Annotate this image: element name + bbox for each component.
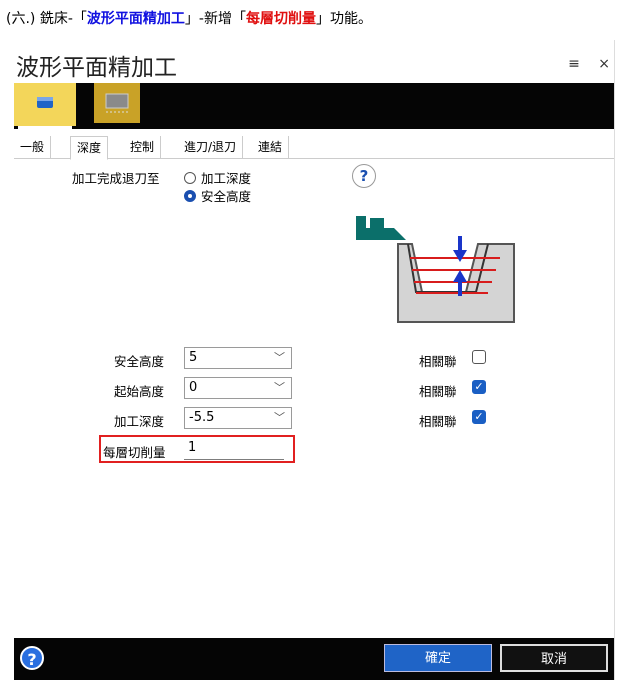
safe-height-combo[interactable]: 5 ﹀ xyxy=(184,347,292,369)
header-icons: ≡ × xyxy=(554,56,610,72)
machining-depth-related-label: 相關聯 xyxy=(419,414,457,429)
caption-suffix: 」功能。 xyxy=(315,11,372,27)
chevron-down-icon: ﹀ xyxy=(274,351,285,364)
tab-general[interactable]: 一般 xyxy=(14,136,52,158)
tab-lead-in-out[interactable]: 進刀/退刀 xyxy=(178,136,244,158)
help-button[interactable]: ? xyxy=(20,646,44,670)
start-height-value: 0 xyxy=(189,380,198,395)
machining-depth-related-checkbox[interactable]: ✓ xyxy=(472,410,486,424)
depth-tab-content: 加工完成退刀至 加工深度 安全高度 ? 安全高度 5 ﹀ 相關聯 起始高度 0 … xyxy=(14,158,614,638)
caption-highlight-feature: 波形平面精加工 xyxy=(86,11,185,27)
machining-depth-combo[interactable]: -5.5 ﹀ xyxy=(184,407,292,429)
tab-link[interactable]: 連結 xyxy=(252,136,290,158)
highlight-box xyxy=(99,435,295,463)
preview-icon xyxy=(105,93,129,113)
start-height-related-label: 相關聯 xyxy=(419,384,457,399)
cancel-button[interactable]: 取消 xyxy=(500,644,608,672)
safe-height-label: 安全高度 xyxy=(114,354,165,369)
radio-off-icon xyxy=(184,171,196,184)
menu-icon[interactable]: ≡ xyxy=(568,56,580,72)
tab-depth[interactable]: 深度 xyxy=(70,136,109,160)
dialog-footer: ? 確定 取消 xyxy=(14,638,614,680)
radio-machining-depth-label: 加工深度 xyxy=(201,171,252,186)
close-icon[interactable]: × xyxy=(598,56,610,72)
start-height-label: 起始高度 xyxy=(114,384,165,399)
tab-bar: 一般 深度 控制 進刀/退刀 連結 xyxy=(14,136,614,160)
radio-on-icon xyxy=(184,189,196,202)
caption-middle: 」-新增「 xyxy=(184,11,246,27)
safe-height-related-label: 相關聯 xyxy=(419,354,457,369)
dialog-panel: 波形平面精加工 ≡ × 一般 深度 控制 進刀/退刀 連結 加工完成退刀至 加工… xyxy=(14,40,615,680)
retract-label: 加工完成退刀至 xyxy=(72,171,160,186)
toolbar-button-preview[interactable] xyxy=(94,83,140,123)
ok-button[interactable]: 確定 xyxy=(384,644,492,672)
toolbar-button-parameters[interactable] xyxy=(14,83,76,129)
chevron-down-icon: ﹀ xyxy=(274,411,285,424)
radio-machining-depth[interactable]: 加工深度 xyxy=(184,168,251,187)
caption: (六.) 銑床-「波形平面精加工」-新增「每層切削量」功能。 xyxy=(6,8,372,28)
help-icon[interactable]: ? xyxy=(352,164,376,188)
machining-depth-value: -5.5 xyxy=(189,410,215,425)
chevron-down-icon: ﹀ xyxy=(274,381,285,394)
toolbar xyxy=(14,83,614,129)
panel-title: 波形平面精加工 xyxy=(16,55,177,81)
tool-icon xyxy=(37,97,53,108)
safe-height-related-checkbox[interactable] xyxy=(472,350,486,364)
start-height-combo[interactable]: 0 ﹀ xyxy=(184,377,292,399)
machining-depth-label: 加工深度 xyxy=(114,414,165,429)
caption-highlight-new: 每層切削量 xyxy=(245,11,316,27)
radio-safe-height-label: 安全高度 xyxy=(201,189,252,204)
safe-height-value: 5 xyxy=(189,350,198,365)
start-height-related-checkbox[interactable]: ✓ xyxy=(472,380,486,394)
radio-safe-height[interactable]: 安全高度 xyxy=(184,186,251,205)
caption-prefix: (六.) 銑床-「 xyxy=(6,11,87,27)
tab-control[interactable]: 控制 xyxy=(124,136,162,158)
depth-diagram xyxy=(356,216,515,323)
